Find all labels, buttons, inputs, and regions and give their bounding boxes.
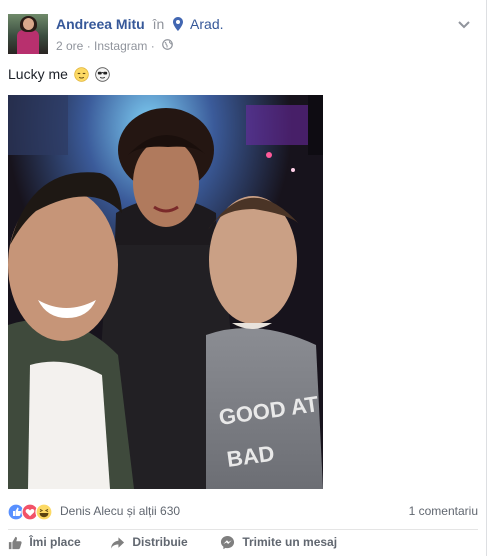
author-name[interactable]: Andreea Mitu bbox=[56, 16, 145, 32]
post-source[interactable]: Instagram bbox=[94, 39, 147, 53]
post-photo[interactable]: GOOD AT BAD bbox=[8, 95, 323, 489]
author-line: Andreea Mitu în Arad. bbox=[56, 16, 224, 34]
in-label: în bbox=[152, 16, 165, 32]
globe-icon[interactable] bbox=[162, 38, 173, 53]
meta-separator: · bbox=[86, 38, 91, 53]
share-arrow-icon bbox=[110, 537, 125, 549]
location-link[interactable]: Arad. bbox=[190, 16, 223, 32]
comments-count-link[interactable]: 1 comentariu bbox=[409, 504, 478, 518]
post-meta: 2 ore · Instagram · bbox=[56, 38, 173, 53]
post-header: Andreea Mitu în Arad. 2 ore · Instagram … bbox=[8, 14, 478, 56]
relieved-face-icon bbox=[74, 67, 89, 85]
reactions-summary[interactable]: Denis Alecu și alții 630 bbox=[60, 504, 180, 518]
haha-reaction-icon bbox=[35, 503, 53, 521]
thumbs-up-icon bbox=[8, 536, 22, 550]
post-time[interactable]: 2 ore bbox=[56, 39, 83, 53]
meta-separator-2: · bbox=[150, 38, 155, 53]
like-button[interactable]: Îmi place bbox=[8, 535, 81, 555]
post-options-chevron-icon[interactable] bbox=[456, 16, 472, 32]
actions-divider bbox=[8, 529, 478, 530]
reaction-icons[interactable] bbox=[7, 503, 58, 521]
post-text: Lucky me bbox=[8, 66, 110, 85]
sunglasses-face-icon bbox=[94, 67, 110, 85]
post-text-content: Lucky me bbox=[8, 66, 68, 82]
like-label: Îmi place bbox=[29, 535, 81, 549]
post-actions: Îmi place Distribuie Trimite un mesaj bbox=[8, 535, 478, 555]
send-message-label: Trimite un mesaj bbox=[242, 535, 338, 549]
author-avatar[interactable] bbox=[8, 14, 48, 54]
share-label: Distribuie bbox=[132, 535, 188, 549]
location-pin-icon bbox=[173, 17, 184, 34]
share-button[interactable]: Distribuie bbox=[110, 535, 188, 555]
messenger-icon bbox=[220, 535, 235, 550]
send-message-button[interactable]: Trimite un mesaj bbox=[220, 535, 337, 555]
reactions-bar: Denis Alecu și alții 630 1 comentariu bbox=[7, 502, 478, 522]
post-card: Andreea Mitu în Arad. 2 ore · Instagram … bbox=[0, 0, 487, 556]
